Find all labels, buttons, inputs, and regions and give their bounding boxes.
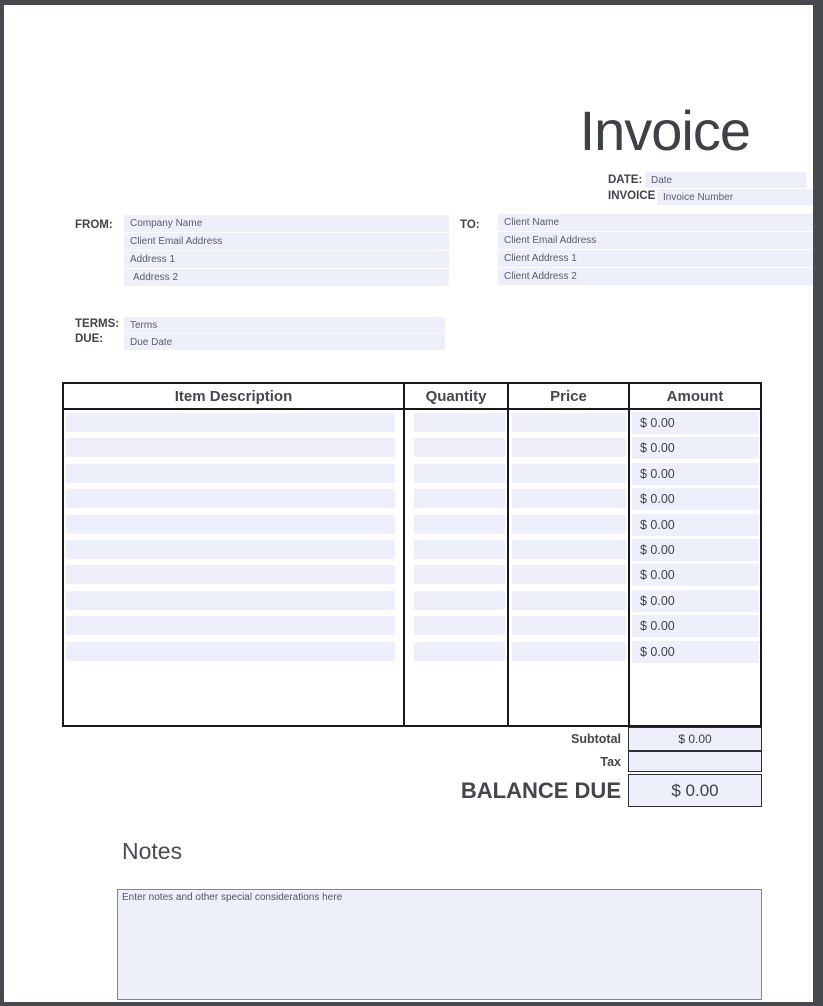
col-header-quantity: Quantity (403, 384, 507, 410)
item-description-input[interactable] (66, 591, 395, 610)
price-input[interactable] (512, 413, 626, 432)
price-input[interactable] (512, 540, 626, 559)
quantity-input[interactable] (414, 616, 505, 635)
tax-label: Tax (600, 751, 621, 772)
from-company-name-input[interactable] (124, 215, 449, 232)
invoice-items-table: Item Description Quantity Price Amount $… (62, 382, 762, 727)
price-input[interactable] (512, 515, 626, 534)
quantity-input[interactable] (414, 565, 505, 584)
due-date-input[interactable] (124, 334, 445, 350)
item-description-input[interactable] (66, 413, 395, 432)
date-input[interactable] (645, 172, 807, 188)
quantity-input[interactable] (414, 591, 505, 610)
amount-value: $ 0.00 (632, 641, 759, 663)
amount-value: $ 0.00 (632, 437, 759, 459)
price-input[interactable] (512, 616, 626, 635)
quantity-input[interactable] (414, 642, 505, 661)
price-input[interactable] (512, 591, 626, 610)
amount-value: $ 0.00 (632, 590, 759, 612)
to-email-input[interactable] (498, 232, 813, 249)
amount-value: $ 0.00 (632, 564, 759, 586)
from-address2-input[interactable] (124, 269, 449, 286)
price-input[interactable] (512, 464, 626, 483)
date-label: DATE: (608, 174, 642, 186)
tax-input[interactable] (629, 752, 761, 771)
quantity-input[interactable] (414, 515, 505, 534)
amount-value: $ 0.00 (632, 412, 759, 434)
terms-input[interactable] (124, 317, 445, 333)
page-title: Invoice (580, 98, 750, 163)
price-input[interactable] (512, 565, 626, 584)
from-address1-input[interactable] (124, 251, 449, 268)
item-description-input[interactable] (66, 464, 395, 483)
col-header-item-description: Item Description (64, 384, 403, 410)
item-description-input[interactable] (66, 540, 395, 559)
amount-value: $ 0.00 (632, 615, 759, 637)
item-description-input[interactable] (66, 489, 395, 508)
balance-due-value: $ 0.00 (628, 774, 762, 807)
amount-value: $ 0.00 (632, 539, 759, 561)
invoice-number-input[interactable] (657, 189, 813, 205)
item-description-input[interactable] (66, 616, 395, 635)
subtotal-label: Subtotal (571, 727, 621, 751)
amount-value: $ 0.00 (632, 488, 759, 510)
quantity-input[interactable] (414, 413, 505, 432)
from-fields (124, 215, 449, 287)
item-description-input[interactable] (66, 438, 395, 457)
to-fields (498, 214, 813, 286)
item-description-input[interactable] (66, 515, 395, 534)
to-client-name-input[interactable] (498, 214, 813, 231)
due-label: DUE: (75, 333, 103, 345)
amount-value: $ 0.00 (632, 463, 759, 485)
terms-label: TERMS: (75, 318, 119, 330)
col-header-amount: Amount (628, 384, 760, 410)
price-input[interactable] (512, 642, 626, 661)
price-input[interactable] (512, 489, 626, 508)
item-description-input[interactable] (66, 565, 395, 584)
from-email-input[interactable] (124, 233, 449, 250)
price-input[interactable] (512, 438, 626, 457)
notes-heading: Notes (122, 838, 182, 865)
to-address2-input[interactable] (498, 268, 813, 285)
col-header-price: Price (507, 384, 628, 410)
subtotal-value: $ 0.00 (628, 727, 762, 751)
quantity-input[interactable] (414, 438, 505, 457)
to-label: TO: (460, 219, 480, 231)
quantity-input[interactable] (414, 489, 505, 508)
from-label: FROM: (75, 219, 113, 231)
to-address1-input[interactable] (498, 250, 813, 267)
invoice-number-label: INVOICE (608, 190, 655, 202)
quantity-input[interactable] (414, 464, 505, 483)
amount-value: $ 0.00 (632, 514, 759, 536)
notes-textarea[interactable] (117, 889, 762, 1000)
item-description-input[interactable] (66, 642, 395, 661)
tax-box (628, 751, 762, 772)
quantity-input[interactable] (414, 540, 505, 559)
invoice-page: Invoice DATE: INVOICE FROM: TO: TERMS: D… (4, 5, 813, 1002)
balance-due-label: BALANCE DUE (461, 774, 621, 807)
